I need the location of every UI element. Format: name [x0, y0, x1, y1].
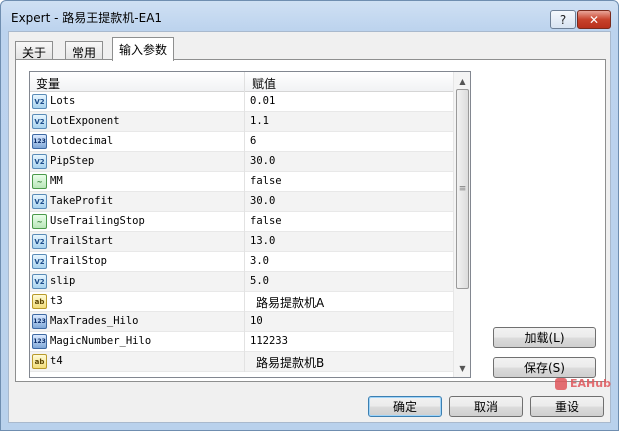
table-row[interactable]: ab t3 路易提款机A [30, 292, 453, 312]
expert-dialog: Expert - 路易王提款机-EA1 ? ✕ 关于 常用 输入参数 变量 赋值… [0, 0, 619, 431]
tab-about[interactable]: 关于 [15, 41, 54, 60]
double-icon: V2 [32, 234, 47, 249]
column-header-value[interactable]: 赋值 [252, 75, 276, 92]
table-row[interactable]: 123 lotdecimal 6 [30, 132, 453, 152]
help-button[interactable]: ? [550, 10, 576, 29]
cell-divider [244, 192, 245, 212]
integer-icon: 123 [32, 134, 47, 149]
boolean-icon: ~ [32, 174, 47, 189]
table-row[interactable]: V2 Lots 0.01 [30, 92, 453, 112]
scroll-down-arrow-icon[interactable]: ▼ [455, 360, 470, 376]
parameter-value[interactable]: false [250, 215, 450, 227]
parameter-name: lotdecimal [50, 135, 114, 147]
parameter-name: TrailStart [50, 235, 114, 247]
eahub-watermark: EAHub [555, 377, 611, 390]
cell-divider [244, 152, 245, 172]
load-button[interactable]: 加载(L) [493, 327, 596, 348]
parameter-name: MagicNumber_Hilo [50, 335, 152, 347]
parameter-value[interactable]: 路易提款机B [256, 354, 456, 371]
parameter-value[interactable]: 13.0 [250, 235, 450, 247]
dialog-body: 关于 常用 输入参数 变量 赋值 V2 Lots 0.01 V2 LotExponent… [8, 31, 611, 423]
parameter-name: t4 [50, 355, 63, 367]
parameter-name: MM [50, 175, 63, 187]
double-icon: V2 [32, 114, 47, 129]
grid-header: 变量 赋值 [30, 72, 453, 92]
parameter-value[interactable]: 路易提款机A [256, 294, 456, 311]
parameter-value[interactable]: 10 [250, 315, 450, 327]
integer-icon: 123 [32, 334, 47, 349]
cell-divider [244, 232, 245, 252]
parameter-value[interactable]: false [250, 175, 450, 187]
tab-common[interactable]: 常用 [65, 41, 104, 60]
table-row[interactable]: V2 LotExponent 1.1 [30, 112, 453, 132]
double-icon: V2 [32, 254, 47, 269]
save-button[interactable]: 保存(S) [493, 357, 596, 378]
parameters-grid: 变量 赋值 V2 Lots 0.01 V2 LotExponent 1.1 123 lotde… [29, 71, 471, 378]
double-icon: V2 [32, 274, 47, 289]
table-row[interactable]: 123 MaxTrades_Hilo 10 [30, 312, 453, 332]
string-icon: ab [32, 354, 47, 369]
double-icon: V2 [32, 194, 47, 209]
title-bar[interactable]: Expert - 路易王提款机-EA1 ? ✕ [1, 1, 618, 31]
ok-button[interactable]: 确定 [368, 396, 442, 417]
cell-divider [244, 132, 245, 152]
parameter-name: t3 [50, 295, 63, 307]
parameter-name: MaxTrades_Hilo [50, 315, 139, 327]
inputs-panel: 变量 赋值 V2 Lots 0.01 V2 LotExponent 1.1 123 lotde… [15, 59, 606, 382]
cell-divider [244, 272, 245, 292]
parameter-value[interactable]: 30.0 [250, 155, 450, 167]
parameter-value[interactable]: 30.0 [250, 195, 450, 207]
column-divider[interactable] [244, 72, 245, 92]
table-row[interactable]: V2 TakeProfit 30.0 [30, 192, 453, 212]
cell-divider [244, 312, 245, 332]
string-icon: ab [32, 294, 47, 309]
close-button[interactable]: ✕ [577, 10, 611, 29]
parameter-name: PipStep [50, 155, 95, 167]
double-icon: V2 [32, 154, 47, 169]
window-title: Expert - 路易王提款机-EA1 [11, 11, 163, 25]
parameter-value[interactable]: 5.0 [250, 275, 450, 287]
parameter-value[interactable]: 112233 [250, 335, 450, 347]
parameter-name: UseTrailingStop [50, 215, 145, 227]
table-row[interactable]: V2 slip 5.0 [30, 272, 453, 292]
table-row[interactable]: V2 TrailStart 13.0 [30, 232, 453, 252]
eahub-logo-icon [555, 377, 567, 390]
boolean-icon: ~ [32, 214, 47, 229]
parameter-value[interactable]: 1.1 [250, 115, 450, 127]
cell-divider [244, 212, 245, 232]
double-icon: V2 [32, 94, 47, 109]
cell-divider [244, 252, 245, 272]
cell-divider [244, 292, 245, 312]
parameter-name: slip [50, 275, 76, 287]
table-row[interactable]: V2 PipStep 30.0 [30, 152, 453, 172]
parameter-name: TrailStop [50, 255, 107, 267]
table-row[interactable]: 123 MagicNumber_Hilo 112233 [30, 332, 453, 352]
cancel-button[interactable]: 取消 [449, 396, 523, 417]
table-row[interactable]: ~ MM false [30, 172, 453, 192]
scroll-thumb[interactable]: ≡ [456, 89, 469, 289]
cell-divider [244, 92, 245, 112]
cell-divider [244, 112, 245, 132]
parameter-name: TakeProfit [50, 195, 114, 207]
grid-rows: V2 Lots 0.01 V2 LotExponent 1.1 123 lotdecimal 6… [30, 92, 453, 372]
table-row[interactable]: ab t4 路易提款机B [30, 352, 453, 372]
vertical-scrollbar[interactable]: ▲ ≡ ▼ [453, 72, 470, 377]
table-row[interactable]: V2 TrailStop 3.0 [30, 252, 453, 272]
cell-divider [244, 352, 245, 372]
parameter-value[interactable]: 3.0 [250, 255, 450, 267]
integer-icon: 123 [32, 314, 47, 329]
parameter-value[interactable]: 0.01 [250, 95, 450, 107]
parameter-name: Lots [50, 95, 76, 107]
table-row[interactable]: ~ UseTrailingStop false [30, 212, 453, 232]
parameter-value[interactable]: 6 [250, 135, 450, 147]
parameter-name: LotExponent [50, 115, 120, 127]
cell-divider [244, 332, 245, 352]
scroll-up-arrow-icon[interactable]: ▲ [455, 73, 470, 89]
watermark-text: EAHub [570, 377, 611, 390]
tab-inputs[interactable]: 输入参数 [112, 37, 175, 61]
reset-button[interactable]: 重设 [530, 396, 604, 417]
cell-divider [244, 172, 245, 192]
column-header-variable[interactable]: 变量 [36, 75, 60, 92]
